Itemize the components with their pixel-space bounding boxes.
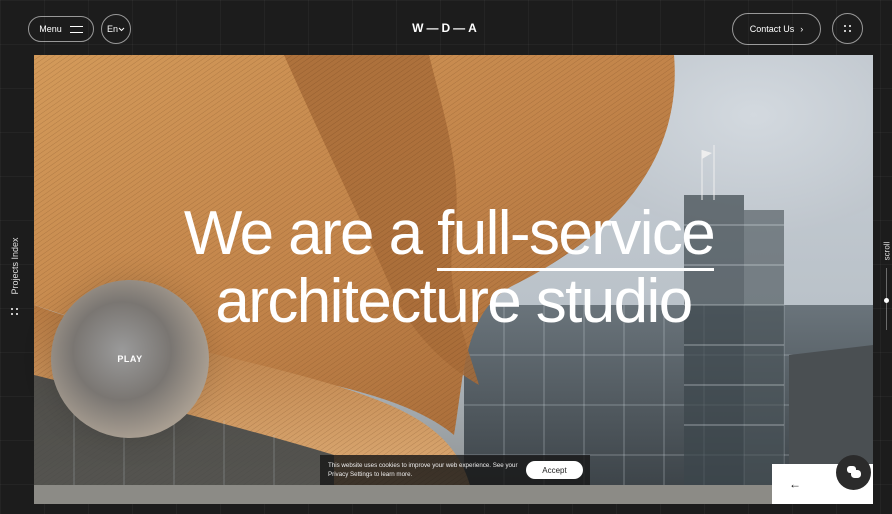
cookie-text: This website uses cookies to improve you… bbox=[328, 462, 518, 478]
hamburger-icon bbox=[69, 25, 83, 33]
play-label: PLAY bbox=[117, 354, 143, 364]
accept-cookies-button[interactable]: Accept bbox=[526, 461, 583, 479]
hero-image bbox=[34, 55, 873, 504]
language-label: En bbox=[106, 24, 118, 34]
chat-icon bbox=[846, 466, 861, 478]
chat-button[interactable] bbox=[836, 455, 871, 490]
grid-menu-button[interactable] bbox=[832, 13, 863, 44]
projects-index-link[interactable]: Projects Index bbox=[10, 237, 20, 294]
grid-dots-icon bbox=[844, 25, 851, 32]
menu-label: Menu bbox=[39, 24, 62, 34]
language-selector[interactable]: En bbox=[101, 14, 131, 44]
contact-label: Contact Us bbox=[749, 24, 795, 34]
chevron-right-icon: › bbox=[800, 24, 804, 34]
menu-button[interactable]: Menu bbox=[28, 16, 94, 42]
contact-us-button[interactable]: Contact Us › bbox=[732, 13, 821, 45]
play-video-button[interactable]: PLAY bbox=[51, 280, 209, 438]
grid-dots-icon[interactable] bbox=[11, 308, 18, 315]
scroll-label: scroll bbox=[882, 241, 892, 261]
hero-photo-illustration bbox=[34, 55, 873, 504]
arrow-left-icon: ← bbox=[789, 477, 801, 491]
cookie-banner: This website uses cookies to improve you… bbox=[320, 455, 590, 485]
scroll-indicator bbox=[884, 298, 889, 303]
chevron-down-icon bbox=[118, 27, 125, 31]
